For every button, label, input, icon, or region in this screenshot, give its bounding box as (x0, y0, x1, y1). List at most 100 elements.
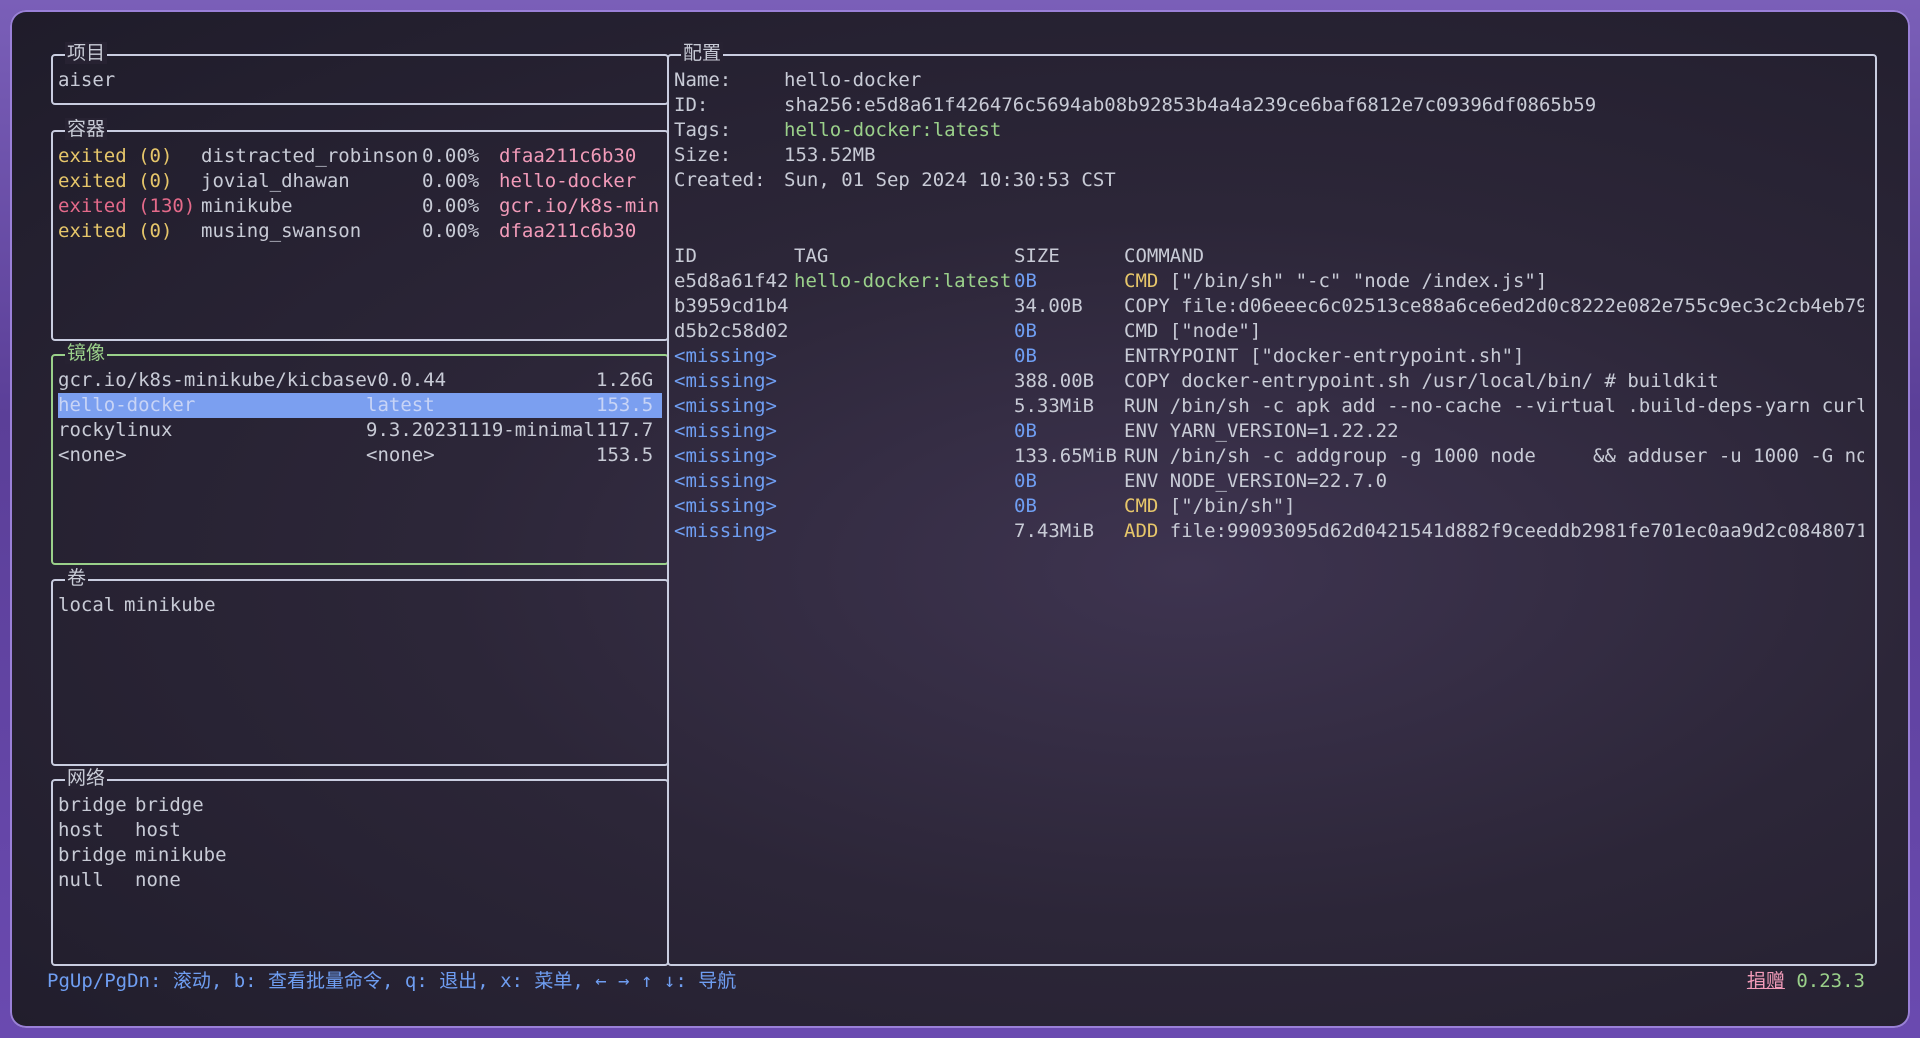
config-key: Created: (674, 169, 766, 191)
config-field[interactable]: Name: hello-docker (674, 68, 1870, 93)
layer-id: <missing> (674, 370, 777, 392)
container-name: minikube (201, 195, 293, 217)
container-row[interactable]: exited (0) jovial_dhawan 0.00% hello-docker (58, 169, 662, 194)
image-tag: 9.3.20231119-minimal (366, 419, 595, 441)
image-repo: gcr.io/k8s-minikube/kicbase (58, 369, 367, 391)
network-driver: bridge (58, 844, 127, 866)
networks-panel[interactable]: 网络 bridge bridge host host bridge minikube nul… (51, 767, 669, 966)
volume-row[interactable]: local minikube (58, 593, 662, 618)
container-status: exited (0) (58, 145, 173, 167)
layer-tag: hello-docker:latest (794, 270, 1012, 292)
history-row[interactable]: <missing> 0B ENTRYPOINT ["docker-entrypoin… (674, 344, 1870, 369)
network-row[interactable]: null none (58, 868, 662, 893)
history-row[interactable]: d5b2c58d02 0B CMD ["node"] (674, 319, 1870, 344)
container-row[interactable]: exited (0) musing_swanson 0.00% dfaa211c6b3… (58, 219, 662, 244)
header-size: SIZE (1014, 245, 1060, 267)
container-row[interactable]: exited (0) distracted_robinson 0.00% dfaa21… (58, 144, 662, 169)
network-row[interactable]: host host (58, 818, 662, 843)
history-row[interactable]: <missing> 133.65MiB RUN /bin/sh -c addgrou… (674, 444, 1870, 469)
history-row[interactable]: <missing> 7.43MiB ADD file:99093095d62d042… (674, 519, 1870, 544)
image-row[interactable]: <none> <none> 153.5 (58, 443, 662, 468)
layer-op: ENV (1124, 470, 1159, 492)
config-field[interactable]: Size: 153.52MB (674, 143, 1870, 168)
image-tag: latest (366, 394, 435, 416)
history-row[interactable]: <missing> 388.00B COPY docker-entrypoint.s… (674, 369, 1870, 394)
layer-op: CMD (1124, 320, 1159, 342)
image-size: 1.26G (596, 369, 654, 391)
layer-size: 0B (1014, 345, 1037, 367)
project-panel[interactable]: 项目 aiser (51, 42, 669, 105)
config-key: Size: (674, 144, 732, 166)
layer-args: file:99093095d62d0421541d882f9ceeddb2981… (1158, 520, 1864, 542)
help-bar: PgUp/PgDn: 滚动, b: 查看批量命令, q: 退出, x: 菜单, … (47, 970, 737, 992)
volumes-panel[interactable]: 卷 local minikube (51, 567, 669, 766)
config-value: sha256:e5d8a61f426476c5694ab08b92853b4a4… (784, 94, 1597, 116)
layer-id: <missing> (674, 345, 777, 367)
config-key: Tags: (674, 119, 732, 141)
container-name: musing_swanson (201, 220, 362, 242)
image-row[interactable]: hello-docker latest 153.5 (58, 393, 662, 418)
container-row[interactable]: exited (130) minikube 0.00% gcr.io/k8s-min (58, 194, 662, 219)
image-row[interactable]: gcr.io/k8s-minikube/kicbase v0.0.44 1.26G (58, 368, 662, 393)
footer-right: 捐赠 0.23.3 (1747, 968, 1865, 994)
container-cpu: 0.00% (422, 145, 480, 167)
panel-title: 项目 (65, 42, 108, 64)
layer-id: e5d8a61f42 (674, 270, 789, 292)
layer-id: b3959cd1b4 (674, 295, 789, 317)
layer-op: RUN (1124, 445, 1159, 467)
image-repo: <none> (58, 444, 127, 466)
history-row[interactable]: <missing> 0B ENV YARN_VERSION=1.22.22 (674, 419, 1870, 444)
container-status: exited (130) (58, 195, 196, 217)
container-image: dfaa211c6b30 (499, 220, 637, 242)
layer-op: COPY (1124, 295, 1170, 317)
containers-panel[interactable]: 容器 exited (0) distracted_robinson 0.00% dfa… (51, 118, 669, 341)
config-value: hello-docker (784, 69, 922, 91)
layer-id: <missing> (674, 520, 777, 542)
container-cpu: 0.00% (422, 170, 480, 192)
container-image: dfaa211c6b30 (499, 145, 637, 167)
project-name[interactable]: aiser (58, 68, 662, 93)
history-row[interactable]: <missing> 0B ENV NODE_VERSION=22.7.0 (674, 469, 1870, 494)
network-driver: null (58, 869, 104, 891)
layer-size: 5.33MiB (1014, 395, 1095, 417)
layer-op: ENTRYPOINT (1124, 345, 1239, 367)
config-value: 153.52MB (784, 144, 876, 166)
container-status: exited (0) (58, 220, 173, 242)
layer-args: ["node"] (1158, 320, 1262, 342)
images-panel[interactable]: 镜像 gcr.io/k8s-minikube/kicbase v0.0.44 1.2… (51, 342, 669, 565)
layer-size: 0B (1014, 320, 1037, 342)
layer-id: <missing> (674, 420, 777, 442)
header-tag: TAG (794, 245, 829, 267)
layer-op: COPY (1124, 370, 1170, 392)
network-name: minikube (135, 844, 227, 866)
layer-size: 388.00B (1014, 370, 1095, 392)
layer-op: ENV (1124, 420, 1159, 442)
container-image: hello-docker (499, 170, 637, 192)
history-row[interactable]: <missing> 5.33MiB RUN /bin/sh -c apk add -… (674, 394, 1870, 419)
config-field[interactable]: Tags: hello-docker:latest (674, 118, 1870, 143)
layer-args: /bin/sh -c apk add --no-cache --virtual … (1158, 395, 1864, 417)
config-panel[interactable]: 配置 Name: hello-docker ID: sha256:e5d8a61f42… (667, 42, 1877, 966)
container-cpu: 0.00% (422, 220, 480, 242)
layer-id: <missing> (674, 395, 777, 417)
container-name: distracted_robinson (201, 145, 419, 167)
image-tag: v0.0.44 (366, 369, 447, 391)
config-key: Name: (674, 69, 732, 91)
layer-size: 0B (1014, 270, 1037, 292)
image-repo: hello-docker (58, 394, 196, 416)
donate-link[interactable]: 捐赠 (1747, 970, 1785, 992)
network-name: bridge (135, 794, 204, 816)
network-row[interactable]: bridge minikube (58, 843, 662, 868)
image-row[interactable]: rockylinux 9.3.20231119-minimal 117.7 (58, 418, 662, 443)
config-field[interactable]: ID: sha256:e5d8a61f426476c5694ab08b92853b… (674, 93, 1870, 118)
history-row[interactable]: e5d8a61f42 hello-docker:latest 0B CMD ["/bi… (674, 269, 1870, 294)
history-row[interactable]: b3959cd1b4 34.00B COPY file:d06eeec6c02513… (674, 294, 1870, 319)
image-tag: <none> (366, 444, 435, 466)
layer-size: 133.65MiB (1014, 445, 1117, 467)
layer-args: ["docker-entrypoint.sh"] (1238, 345, 1525, 367)
terminal-window: 项目 aiser 容器 exited (0) distracted_robinso… (10, 10, 1910, 1028)
config-field[interactable]: Created: Sun, 01 Sep 2024 10:30:53 CST (674, 168, 1870, 193)
history-row[interactable]: <missing> 0B CMD ["/bin/sh"] (674, 494, 1870, 519)
layer-args: /bin/sh -c addgroup -g 1000 node && addu… (1158, 445, 1864, 467)
network-row[interactable]: bridge bridge (58, 793, 662, 818)
